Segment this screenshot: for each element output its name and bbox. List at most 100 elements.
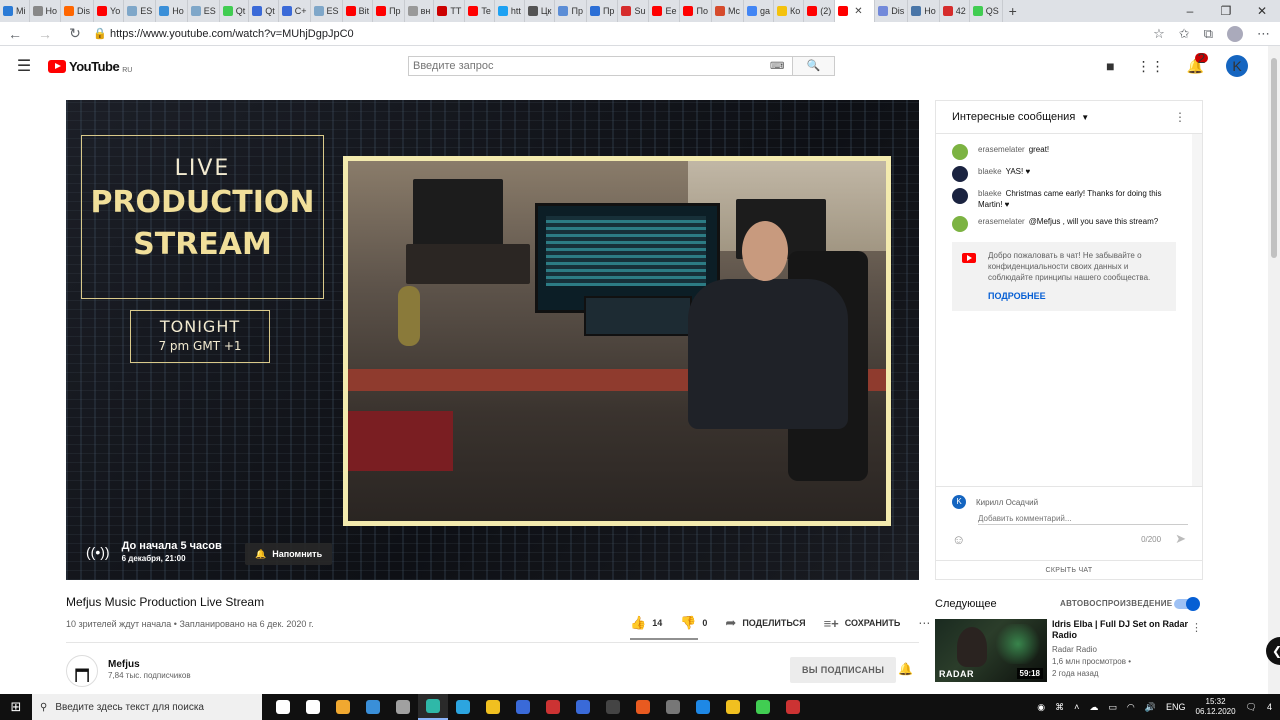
caret-down-icon[interactable]: ▼ (1081, 113, 1089, 122)
browser-tab[interactable]: Qt (249, 0, 279, 22)
browser-tab[interactable]: вн (405, 0, 435, 22)
tray-volume-icon[interactable]: 🔊 (1145, 702, 1156, 713)
remind-button[interactable]: 🔔 Напомнить (245, 543, 333, 565)
chat-author-avatar[interactable] (952, 188, 968, 204)
tray-battery-icon[interactable]: ▭ (1108, 702, 1117, 713)
taskbar-app-edge[interactable] (418, 694, 448, 720)
browser-tab[interactable]: ✕ (835, 0, 876, 22)
chat-author[interactable]: erasemelater (978, 217, 1025, 226)
browser-tab[interactable]: Te (465, 0, 495, 22)
browser-tab[interactable]: htt (495, 0, 525, 22)
taskbar-app-cortana[interactable] (268, 694, 298, 720)
chat-author[interactable]: blaeke (978, 167, 1002, 176)
browser-tab[interactable]: По (680, 0, 712, 22)
taskbar-app-task-view[interactable] (298, 694, 328, 720)
subscription-bell-icon[interactable]: 🔔 (898, 662, 913, 676)
tray-user-icon[interactable]: ◉ (1037, 702, 1045, 713)
upnext-more-icon[interactable]: ⋮ (1191, 621, 1202, 634)
hide-chat-button[interactable]: СКРЫТЬ ЧАТ (936, 560, 1202, 580)
like-button[interactable]: 👍 14 (630, 615, 662, 631)
browser-tab[interactable]: Dis (61, 0, 95, 22)
chat-scrollbar[interactable] (1192, 134, 1202, 486)
close-tab-icon[interactable]: ✕ (854, 6, 862, 17)
taskbar-app-app-triangle[interactable] (718, 694, 748, 720)
tray-network-icon[interactable]: ⌘ (1055, 702, 1064, 713)
browser-tab[interactable]: Mi (0, 0, 30, 22)
upnext-thumbnail[interactable]: RADAR 59:18 (935, 619, 1047, 682)
channel-name[interactable]: Mefjus (108, 659, 140, 670)
taskbar-app-mail[interactable] (358, 694, 388, 720)
more-vert-icon[interactable]: ⋮ (1174, 110, 1186, 124)
browser-tab[interactable]: QS (970, 0, 1003, 22)
profile-avatar[interactable] (1227, 25, 1243, 42)
back-icon[interactable]: ← (0, 26, 30, 42)
browser-tab[interactable]: Dis (875, 0, 909, 22)
taskbar-app-app-red[interactable] (778, 694, 808, 720)
browser-tab[interactable]: Но (908, 0, 940, 22)
browser-tab[interactable]: (2) (804, 0, 836, 22)
chat-author-avatar[interactable] (952, 166, 968, 182)
save-button[interactable]: ≡+ СОХРАНИТЬ (824, 616, 901, 631)
upnext-title[interactable]: Idris Elba | Full DJ Set on Radar Radio (1052, 619, 1192, 641)
chat-message-input[interactable] (978, 513, 1188, 525)
browser-tab[interactable]: Пр (555, 0, 587, 22)
notifications-button[interactable]: 🔔 2 (1187, 51, 1209, 75)
url-field[interactable]: https://www.youtube.com/watch?v=MUhjDgpJ… (110, 28, 1153, 40)
windows-start-icon[interactable]: ⊞ (0, 699, 32, 715)
browser-tab[interactable]: Bit (343, 0, 374, 22)
close-window-icon[interactable]: ✕ (1244, 0, 1280, 22)
browser-tab[interactable]: C+ (279, 0, 311, 22)
browser-tab[interactable]: ES (188, 0, 220, 22)
taskbar-app-store[interactable] (328, 694, 358, 720)
forward-icon[interactable]: → (30, 26, 60, 42)
user-avatar[interactable]: K (1226, 55, 1248, 77)
browser-tab[interactable]: Su (618, 0, 650, 22)
chat-author[interactable]: blaeke (978, 189, 1002, 198)
tray-chevron-icon[interactable]: ˄ (1074, 702, 1079, 712)
collections-icon[interactable]: ⧉ (1204, 26, 1213, 42)
maximize-icon[interactable]: ❐ (1208, 0, 1244, 22)
tray-cloud-icon[interactable]: ☁ (1089, 702, 1098, 713)
chat-author-avatar[interactable] (952, 216, 968, 232)
minimize-icon[interactable]: – (1172, 0, 1208, 22)
lock-icon[interactable]: 🔒 (90, 27, 110, 40)
taskbar-app-monitor[interactable] (508, 694, 538, 720)
subscribed-button[interactable]: ВЫ ПОДПИСАНЫ (790, 657, 897, 683)
browser-tab[interactable]: ТТ (434, 0, 466, 22)
youtube-logo[interactable]: YouTube RU (48, 59, 132, 74)
share-button[interactable]: ➦ ПОДЕЛИТЬСЯ (725, 615, 805, 631)
browser-tab[interactable]: Пр (373, 0, 405, 22)
taskbar-search[interactable]: ⚲ Введите здесь текст для поиска (32, 694, 262, 720)
tray-wifi-icon[interactable]: ◠ (1127, 702, 1135, 713)
search-button[interactable]: 🔍 (792, 56, 835, 76)
browser-tab[interactable]: 42 (940, 0, 970, 22)
taskbar-app-terminal[interactable] (598, 694, 628, 720)
new-tab-button[interactable]: + (1003, 3, 1023, 19)
browser-tab[interactable]: ES (311, 0, 343, 22)
taskbar-app-gimp[interactable] (388, 694, 418, 720)
taskbar-app-ide[interactable] (538, 694, 568, 720)
browser-tab[interactable]: Qt (220, 0, 250, 22)
page-scrollbar[interactable] (1268, 46, 1280, 694)
browser-tab[interactable]: Ho (156, 0, 188, 22)
taskbar-app-app-orange[interactable] (628, 694, 658, 720)
browser-tab[interactable]: Пр (587, 0, 619, 22)
apps-grid-icon[interactable]: ⋮⋮ (1137, 58, 1165, 75)
menu-icon[interactable]: ☰ (0, 56, 48, 76)
browser-tab[interactable]: Ко (774, 0, 805, 22)
browser-tab[interactable]: ES (124, 0, 157, 22)
browser-tab[interactable]: Ee (649, 0, 681, 22)
taskbar-app-telegram[interactable] (448, 694, 478, 720)
taskbar-app-vscode[interactable] (688, 694, 718, 720)
chat-mode-dropdown[interactable]: Интересные сообщения (952, 111, 1075, 123)
action-center-icon[interactable]: 🗨 (1246, 702, 1257, 713)
chat-author-avatar[interactable] (952, 144, 968, 160)
bookmark-star-icon[interactable]: ☆ (1153, 26, 1165, 42)
reload-icon[interactable]: ↻ (60, 25, 90, 42)
taskbar-app-app-grey[interactable] (658, 694, 688, 720)
browser-tab[interactable]: Ho (30, 0, 62, 22)
tray-language[interactable]: ENG (1166, 702, 1186, 712)
more-horiz-icon[interactable]: ⋯ (918, 616, 930, 630)
chat-author[interactable]: erasemelater (978, 145, 1025, 154)
dislike-button[interactable]: 👎 0 (680, 615, 707, 631)
